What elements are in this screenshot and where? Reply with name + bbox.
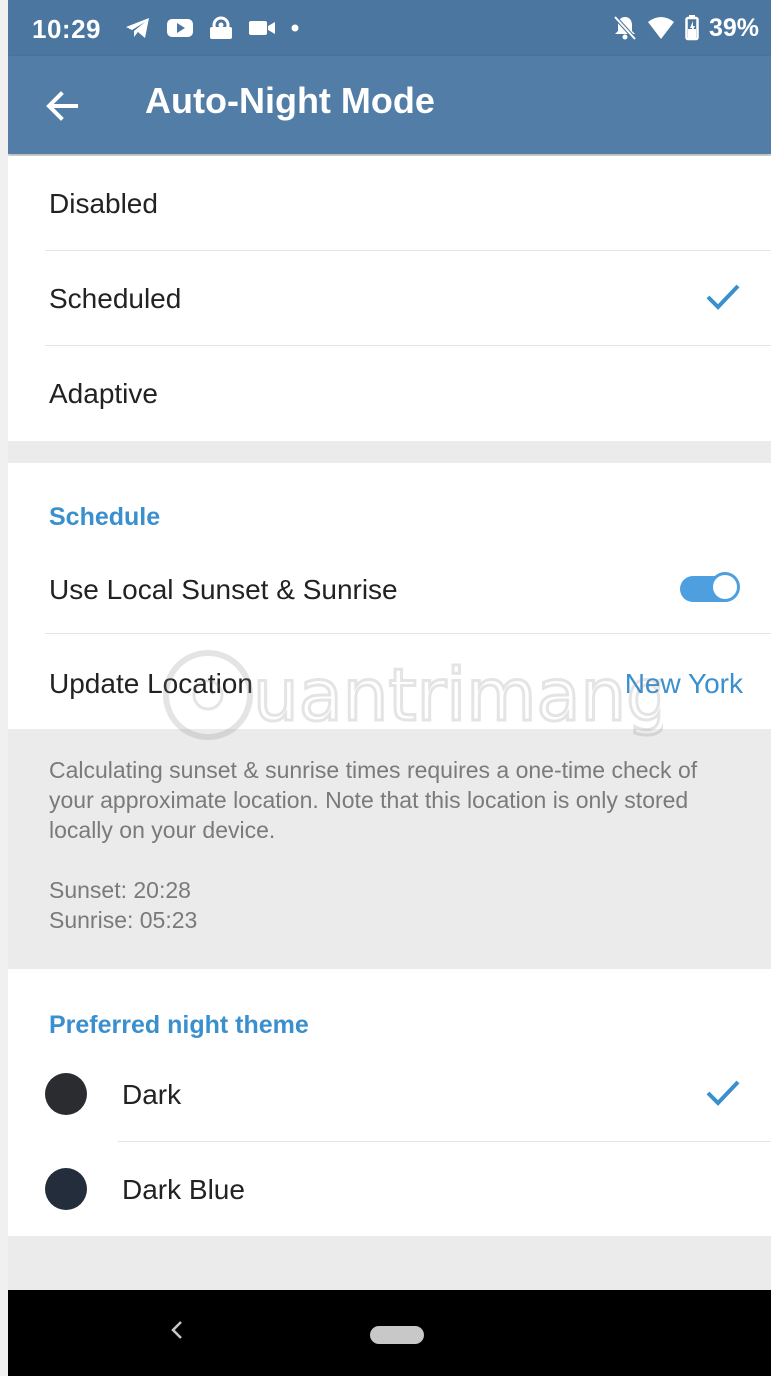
telegram-icon <box>126 18 149 38</box>
schedule-section: Schedule Use Local Sunset & Sunrise Upda… <box>8 463 771 729</box>
theme-option-label: Dark <box>122 1079 182 1110</box>
update-location-row[interactable]: Update Location New York <box>8 634 771 729</box>
system-icons: 39% <box>613 14 759 42</box>
theme-color-swatch <box>45 1073 87 1115</box>
use-local-sunset-sunrise-row[interactable]: Use Local Sunset & Sunrise <box>8 541 771 633</box>
theme-color-swatch <box>45 1168 87 1210</box>
sunset-time: Sunset: 20:28 <box>49 877 191 903</box>
night-theme-header: Preferred night theme <box>49 1011 309 1039</box>
mode-option-disabled[interactable]: Disabled <box>8 156 771 250</box>
mode-option-label: Scheduled <box>49 283 182 314</box>
use-local-sunset-sunrise-toggle[interactable] <box>678 572 742 604</box>
mode-option-adaptive[interactable]: Adaptive <box>8 346 771 441</box>
location-value[interactable]: New York <box>625 668 743 700</box>
notification-icons <box>124 14 300 42</box>
page-title: Auto-Night Mode <box>145 80 435 121</box>
video-camera-icon <box>249 21 275 35</box>
update-location-label: Update Location <box>49 668 253 699</box>
sunrise-time: Sunrise: 05:23 <box>49 907 198 933</box>
status-time: 10:29 <box>32 14 101 44</box>
theme-option-label: Dark Blue <box>122 1174 245 1205</box>
use-local-sunset-sunrise-label: Use Local Sunset & Sunrise <box>49 574 398 605</box>
checkmark-icon <box>706 1080 740 1106</box>
theme-option-dark-blue[interactable]: Dark Blue <box>8 1142 771 1236</box>
mode-option-label: Disabled <box>49 188 158 219</box>
wifi-icon <box>647 17 674 39</box>
theme-option-dark[interactable]: Dark <box>8 1047 771 1141</box>
alarm-icon <box>210 16 232 39</box>
toggle-thumb <box>710 572 740 602</box>
battery-percentage: 39% <box>708 13 759 42</box>
back-arrow-icon[interactable] <box>42 86 82 126</box>
nav-home-pill[interactable] <box>370 1326 424 1344</box>
mode-options-list: Disabled Scheduled Adaptive <box>8 156 771 441</box>
night-theme-section: Preferred night theme Dark Dark Blue <box>8 969 771 1236</box>
battery-icon <box>685 15 699 41</box>
checkmark-icon <box>706 284 740 310</box>
location-info-block: Calculating sunset & sunrise times requi… <box>8 729 771 969</box>
schedule-header: Schedule <box>49 503 161 531</box>
system-nav-bar <box>8 1290 771 1376</box>
youtube-icon <box>167 19 193 37</box>
status-bar: 10:29 39% <box>8 0 771 56</box>
app-bar: Auto-Night Mode <box>8 56 771 154</box>
dot-icon <box>291 24 299 32</box>
mode-option-scheduled[interactable]: Scheduled <box>8 251 771 345</box>
location-info-text: Calculating sunset & sunrise times requi… <box>49 757 698 843</box>
bell-off-icon <box>613 15 637 41</box>
mode-option-label: Adaptive <box>49 378 158 409</box>
nav-back-icon[interactable] <box>168 1318 186 1342</box>
app-screen: 10:29 39% Auto-Night Mode Disabled Sched… <box>8 0 771 1376</box>
